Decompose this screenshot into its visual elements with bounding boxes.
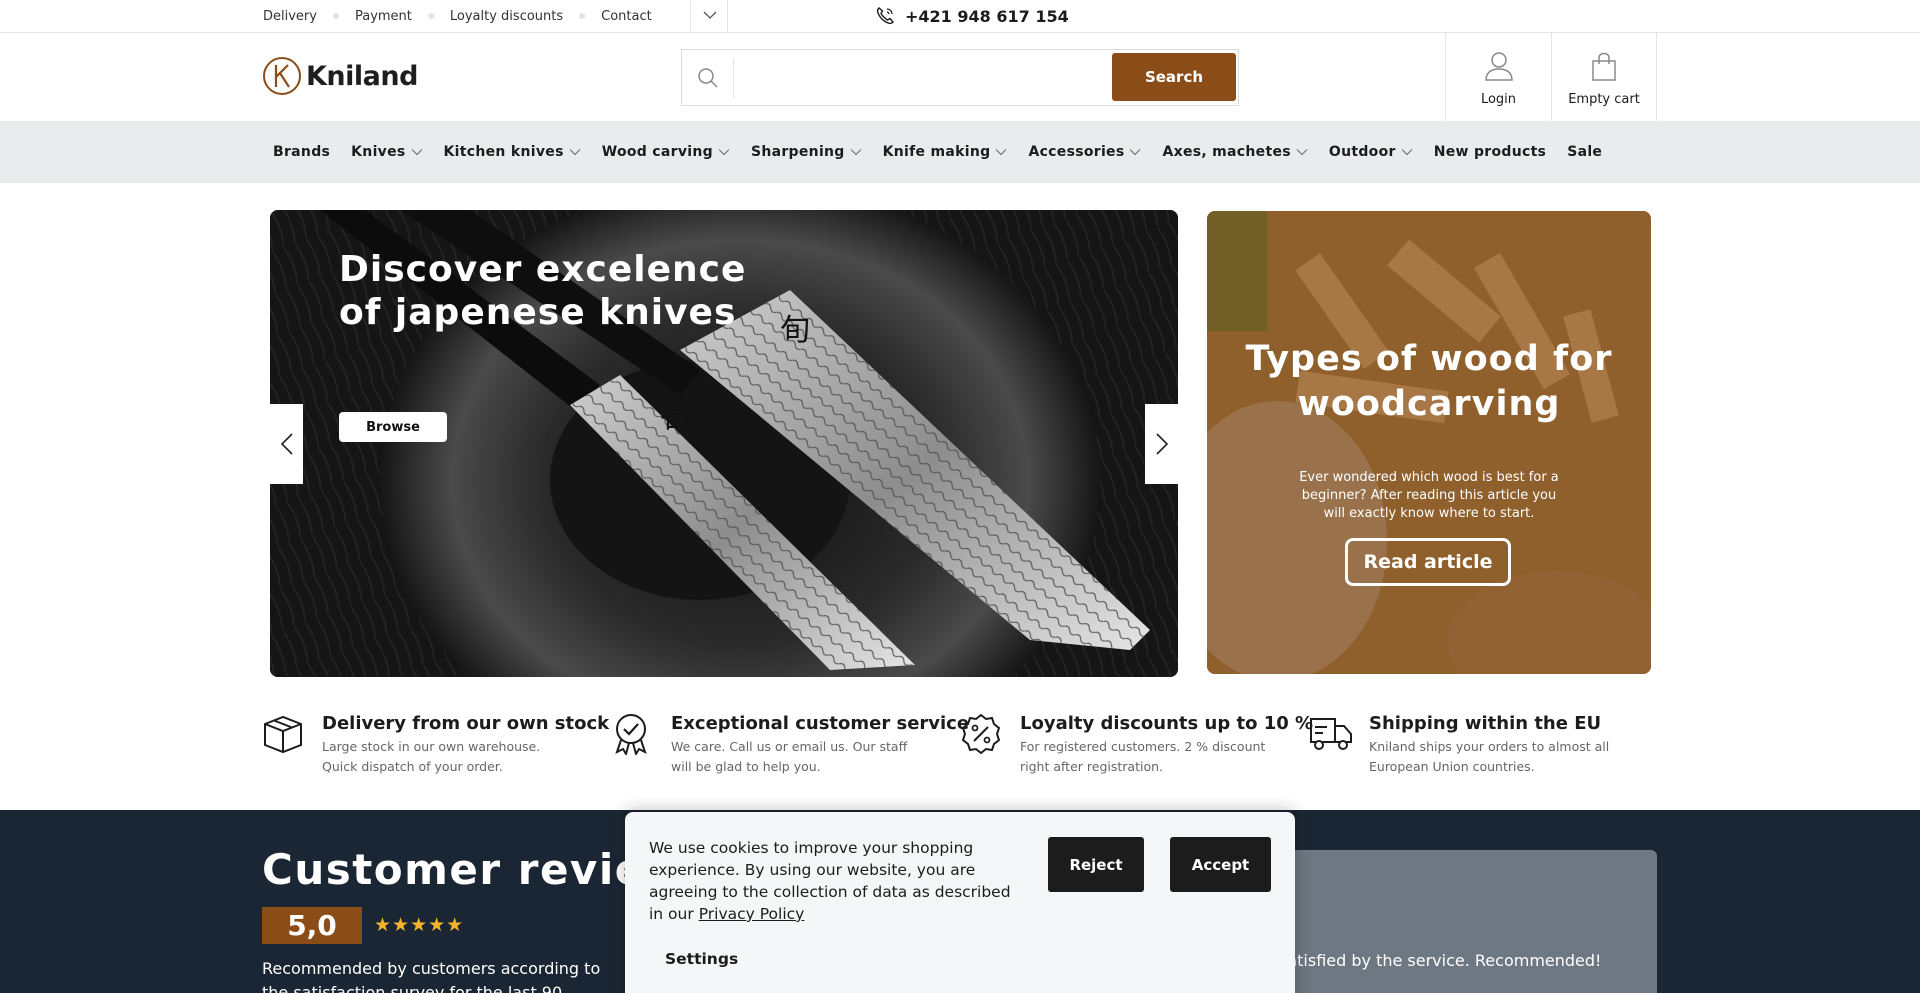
shopping-bag-icon xyxy=(1592,52,1616,81)
rating-score: 5,0 xyxy=(262,907,362,944)
award-icon xyxy=(615,714,647,755)
login-label: Login xyxy=(1480,92,1517,107)
cookie-consent-dialog: We use cookies to improve your shopping … xyxy=(625,812,1295,993)
nav-item-label: New products xyxy=(1433,144,1547,160)
phone-number: +421 948 617 154 xyxy=(905,6,1069,26)
hero-title: Discover excelence of japenese knives xyxy=(339,249,747,333)
svg-text:旬: 旬 xyxy=(780,313,810,348)
top-link-payment[interactable]: Payment xyxy=(355,9,412,24)
top-link-delivery[interactable]: Delivery xyxy=(263,9,317,24)
nav-item-knife-making[interactable]: Knife making xyxy=(883,144,1008,160)
separator-dot xyxy=(579,13,586,19)
phone-icon xyxy=(876,7,894,25)
privacy-policy-link[interactable]: Privacy Policy xyxy=(699,905,805,923)
logo[interactable]: Kniland xyxy=(262,56,418,96)
cookie-text: We use cookies to improve your shopping … xyxy=(649,837,1019,925)
feature-title: Delivery from our own stock xyxy=(322,713,610,734)
more-links-dropdown[interactable] xyxy=(690,0,728,32)
accept-cookies-button[interactable]: Accept xyxy=(1170,837,1271,892)
search-icon xyxy=(698,68,718,88)
chevron-down-icon xyxy=(1401,149,1413,156)
search-bar: Search xyxy=(681,49,1239,106)
read-article-button[interactable]: Read article xyxy=(1345,538,1511,586)
nav-item-accessories[interactable]: Accessories xyxy=(1028,144,1141,160)
review-card-text: satisfied by the service. Recommended! xyxy=(1279,951,1602,970)
nav-item-label: Sharpening xyxy=(750,144,845,160)
nav-items: Brands Knives Kitchen knives Wood carving Sh… xyxy=(273,121,1623,183)
nav-item-label: Brands xyxy=(273,144,331,160)
login-button[interactable]: Login xyxy=(1445,33,1551,121)
cart-label: Empty cart xyxy=(1568,92,1640,107)
feature-text: Kniland ships your orders to almost all … xyxy=(1369,739,1610,774)
top-bar: Delivery Payment Loyalty discounts Conta… xyxy=(0,0,1920,33)
nav-item-wood-carving[interactable]: Wood carving xyxy=(602,144,730,160)
nav-item-label: Wood carving xyxy=(601,144,713,160)
nav-item-label: Axes, machetes xyxy=(1162,144,1291,160)
nav-item-label: Kitchen knives xyxy=(443,144,564,160)
nav-item-label: Knives xyxy=(351,144,406,160)
nav-item-outdoor[interactable]: Outdoor xyxy=(1329,144,1413,160)
nav-item-label: Accessories xyxy=(1028,144,1125,160)
chevron-right-icon xyxy=(1155,433,1168,455)
rating-stars: ★★★★★ xyxy=(374,914,465,936)
carousel-next-button[interactable] xyxy=(1145,404,1178,484)
logo-k-icon xyxy=(263,57,301,95)
separator-dot xyxy=(427,13,434,19)
nav-item-new-products[interactable]: New products xyxy=(1434,144,1546,160)
nav-item-axes-machetes[interactable]: Axes, machetes xyxy=(1162,144,1308,160)
separator-dot xyxy=(332,13,339,19)
box-icon xyxy=(264,715,302,754)
reject-cookies-button[interactable]: Reject xyxy=(1048,837,1144,892)
woodcarving-article-banner[interactable]: Types of wood for woodcarving Ever wonde… xyxy=(1207,211,1651,674)
main-navigation: Brands Knives Kitchen knives Wood carving Sh… xyxy=(0,121,1920,183)
truck-icon xyxy=(1310,718,1352,750)
phone-contact[interactable]: +421 948 617 154 xyxy=(875,0,1069,32)
wood-banner-text: Ever wondered which wood is best for a b… xyxy=(1299,470,1559,521)
chevron-left-icon xyxy=(280,433,293,455)
nav-item-kitchen-knives[interactable]: Kitchen knives xyxy=(444,144,581,160)
feature-title: Exceptional customer service xyxy=(671,713,970,734)
feature-text: Large stock in our own warehouse. Quick … xyxy=(322,739,541,774)
svg-text:旬: 旬 xyxy=(660,403,690,438)
percent-badge-icon xyxy=(961,713,1001,755)
chevron-down-icon xyxy=(1296,149,1308,156)
browse-button[interactable]: Browse xyxy=(339,412,447,442)
chevron-down-icon xyxy=(703,11,717,19)
feature-title: Shipping within the EU xyxy=(1369,713,1602,734)
search-input[interactable] xyxy=(742,58,1122,98)
feature-text: For registered customers. 2 % discount r… xyxy=(1020,739,1266,774)
chevron-down-icon xyxy=(1130,149,1141,156)
search-divider xyxy=(733,58,734,98)
user-icon xyxy=(1484,52,1513,81)
chevron-down-icon xyxy=(718,149,730,156)
chevron-down-icon xyxy=(996,149,1007,156)
header: Kniland Search Login Empty cart xyxy=(0,33,1920,121)
nav-item-sale[interactable]: Sale xyxy=(1567,144,1602,160)
features-row: Delivery from our own stock Large stock … xyxy=(262,711,1662,781)
reviews-description: Recommended by customers according to th… xyxy=(262,959,601,993)
cart-button[interactable]: Empty cart xyxy=(1551,33,1657,121)
chevron-down-icon xyxy=(569,149,581,156)
page: Delivery Payment Loyalty discounts Conta… xyxy=(0,0,1920,993)
chevron-down-icon xyxy=(850,149,862,156)
wood-banner-title: Types of wood for woodcarving xyxy=(1245,339,1613,424)
search-button[interactable]: Search xyxy=(1112,53,1236,101)
carousel-prev-button[interactable] xyxy=(270,404,303,484)
top-link-contact[interactable]: Contact xyxy=(601,9,652,24)
logo-text: Kniland xyxy=(306,60,418,92)
nav-item-sharpening[interactable]: Sharpening xyxy=(751,144,862,160)
cookie-settings-link[interactable]: Settings xyxy=(665,950,738,968)
nav-item-label: Outdoor xyxy=(1328,144,1396,160)
nav-item-brands[interactable]: Brands xyxy=(273,144,330,160)
nav-item-label: Sale xyxy=(1567,144,1603,160)
chevron-down-icon xyxy=(411,149,422,156)
hero-banner[interactable]: 旬 旬 Discover excelence of japenese knive… xyxy=(270,210,1178,677)
wood-blocks-image xyxy=(1207,211,1651,674)
nav-item-knives[interactable]: Knives xyxy=(351,144,422,160)
feature-title: Loyalty discounts up to 10 % xyxy=(1020,713,1314,734)
feature-text: We care. Call us or email us. Our staff … xyxy=(671,739,908,774)
top-links: Delivery Payment Loyalty discounts Conta… xyxy=(263,0,652,32)
nav-item-label: Knife making xyxy=(882,144,991,160)
top-link-loyalty[interactable]: Loyalty discounts xyxy=(450,9,563,24)
